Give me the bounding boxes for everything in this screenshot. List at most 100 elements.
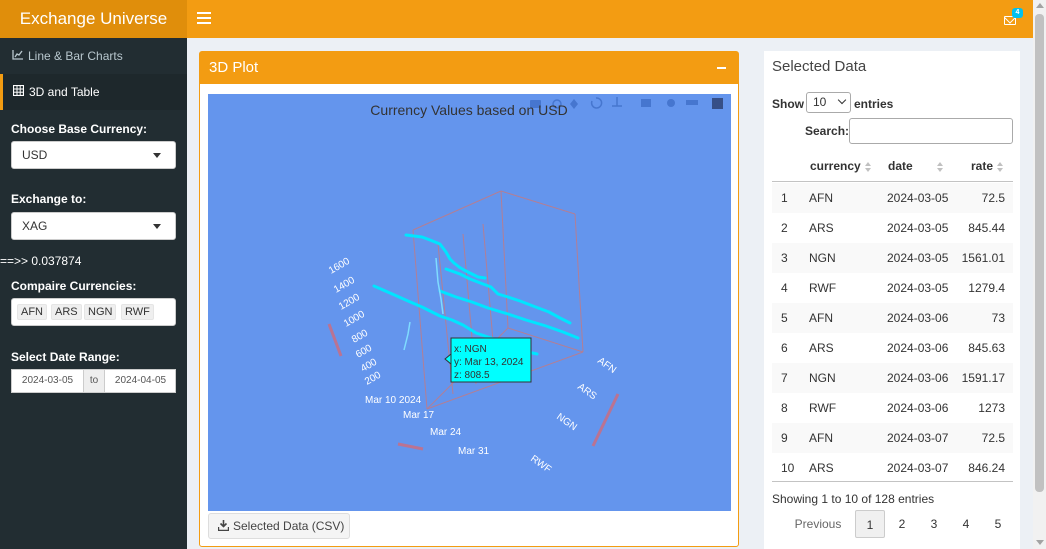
series-lines [372,233,580,356]
table-row[interactable]: 9 AFN 2024-03-07 72.5 [772,423,1013,453]
plot-box-title: 3D Plot [209,59,259,76]
pan-icon[interactable] [570,99,578,109]
sidebar-toggle-icon[interactable] [197,9,211,29]
sort-icon [936,161,943,172]
pagination-page[interactable]: 1 [855,510,885,538]
cell-currency: NGN [809,371,836,385]
orbit-icon[interactable] [612,97,622,107]
plot-3d[interactable]: Currency Values based on USD 1600 1400 1… [208,94,731,511]
hover-icon[interactable] [686,100,698,105]
pagination-page[interactable]: 5 [983,510,1013,538]
base-currency-value: USD [22,148,48,162]
table-row[interactable]: 8 RWF 2024-03-06 1273 [772,393,1013,423]
table-row[interactable]: 3 NGN 2024-03-05 1561.01 [772,243,1013,273]
cell-date: 2024-03-05 [887,251,949,265]
table-header-divider [772,181,1013,182]
cell-date: 2024-03-06 [887,401,949,415]
x-tick: ARS [575,381,598,402]
y-tick: Mar 31 [458,446,490,457]
table-row[interactable]: 4 RWF 2024-03-05 1279.4 [772,273,1013,303]
series-lines-light [403,257,444,351]
download-csv-button[interactable]: Selected Data (CSV) [208,513,350,539]
compare-currencies-label: Compaire Currencies: [11,279,137,293]
row-number: 4 [781,281,788,295]
scrollbar-thumb[interactable] [1035,14,1044,492]
pagination-page[interactable]: 2 [887,510,917,538]
cell-currency: ARS [809,221,834,235]
y-tick: Mar 17 [403,410,435,421]
cell-rate: 1279.4 [968,281,1005,295]
plot-3d-canvas[interactable]: Currency Values based on USD 1600 1400 1… [208,94,731,511]
line-chart-icon [12,39,26,75]
table-row[interactable]: 1 AFN 2024-03-05 72.5 [772,183,1013,213]
chevron-down-icon [153,224,161,229]
tooltip-pointer [444,352,452,366]
home-icon[interactable] [641,99,651,107]
column-header-date[interactable]: date [888,149,943,183]
exchange-result: ==>> 0.037874 [0,254,82,268]
z-tick: 1200 [337,292,362,313]
currency-chip[interactable]: NGN [84,304,117,320]
cell-rate: 73 [991,311,1005,325]
messages-button[interactable]: 4 [1001,8,1023,30]
base-currency-select[interactable]: USD [11,141,176,169]
scroll-up-icon[interactable] [1036,3,1044,8]
selected-data-box: Selected Data Show 10 entries Search: cu… [764,51,1020,549]
column-header-currency[interactable]: currency [810,149,871,183]
cell-currency: AFN [809,431,833,445]
sidebar-item-line-bar-charts[interactable]: Line & Bar Charts [0,38,187,74]
column-header-rate[interactable]: rate [971,149,1004,183]
exchange-to-label: Exchange to: [11,192,87,206]
row-number: 1 [781,191,788,205]
row-number: 7 [781,371,788,385]
page-length-select[interactable]: 10 [806,92,851,113]
pagination-page[interactable]: 3 [919,510,949,538]
scroll-down-icon[interactable] [1036,540,1044,545]
sidebar-item-label: Line & Bar Charts [28,49,123,63]
table-row[interactable]: 7 NGN 2024-03-06 1591.17 [772,363,1013,393]
cell-rate: 1273 [978,401,1005,415]
row-number: 3 [781,251,788,265]
cell-currency: ARS [809,341,834,355]
compare-currencies-input[interactable]: AFN ARS NGN RWF [11,298,176,326]
date-start-input[interactable]: 2024-03-05 [12,370,83,392]
plotly-logo-icon[interactable] [712,98,723,109]
sidebar-item-label: 3D and Table [29,85,100,99]
table-bottom-divider [772,481,1013,482]
exchange-to-select[interactable]: XAG [11,212,176,240]
table-icon [12,75,27,111]
rotate-icon[interactable] [590,97,603,109]
table-info: Showing 1 to 10 of 128 entries [772,492,935,506]
table-row[interactable]: 6 ARS 2024-03-06 845.63 [772,333,1013,363]
currency-chip[interactable]: AFN [17,304,47,320]
base-currency-label: Choose Base Currency: [11,122,148,136]
sort-icon [997,161,1004,172]
table-row[interactable]: 10 ARS 2024-03-07 846.24 [772,453,1013,483]
cell-currency: AFN [809,191,833,205]
app-logo[interactable]: Exchange Universe [0,0,187,38]
hover-tooltip: x: NGN y: Mar 13, 2024 z: 808.5 [444,337,532,383]
cell-currency: AFN [809,311,833,325]
download-csv-label: Selected Data (CSV) [233,519,345,533]
search-input[interactable] [849,118,1013,144]
cell-date: 2024-03-06 [887,341,949,355]
cell-rate: 845.63 [968,341,1005,355]
row-number: 6 [781,341,788,355]
cell-rate: 72.5 [981,431,1005,445]
download-icon [218,520,229,531]
pagination-page[interactable]: 4 [951,510,981,538]
row-number: 8 [781,401,788,415]
currency-chip[interactable]: ARS [51,304,82,320]
currency-chip[interactable]: RWF [121,304,154,320]
collapse-icon[interactable] [717,67,726,69]
pagination-previous[interactable]: Previous [790,510,846,538]
cell-date: 2024-03-07 [887,431,949,445]
sidebar-item-3d-table[interactable]: 3D and Table [0,74,187,110]
exchange-to-value: XAG [22,219,48,233]
x-tick: AFN [595,355,618,375]
camera-reset-icon[interactable] [667,99,675,107]
table-row[interactable]: 5 AFN 2024-03-06 73 [772,303,1013,333]
table-row[interactable]: 2 ARS 2024-03-05 845.44 [772,213,1013,243]
cell-date: 2024-03-05 [887,281,949,295]
date-end-input[interactable]: 2024-04-05 [105,370,176,392]
